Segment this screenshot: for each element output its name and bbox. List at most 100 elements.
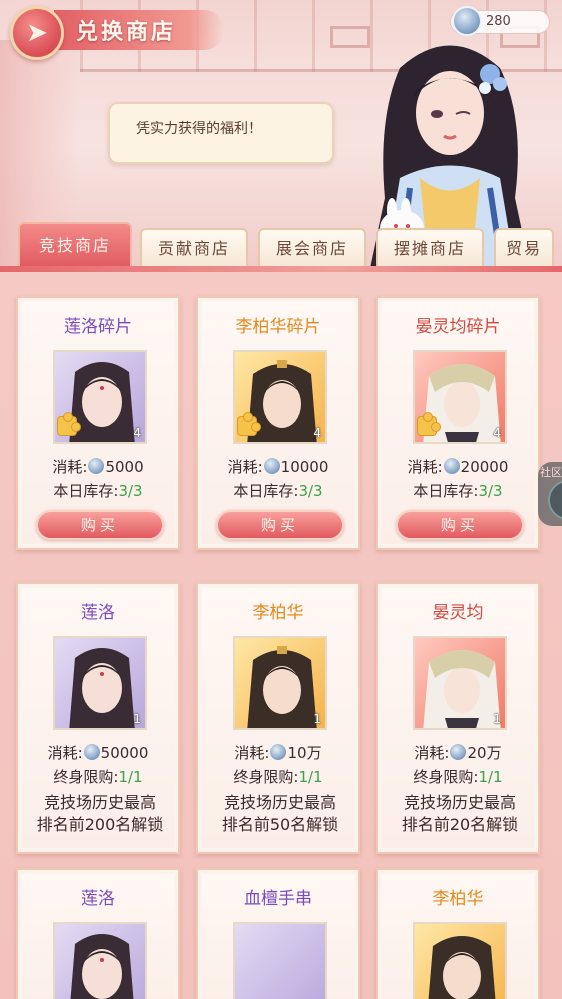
stock-line: 本日库存:3/3 [198, 480, 358, 501]
cost-value: 10000 [280, 458, 329, 476]
cost-value: 20000 [460, 458, 509, 476]
item-portrait: 4 [53, 350, 147, 444]
cost-label: 消耗: [234, 744, 270, 762]
item-card[interactable]: 莲洛 [16, 868, 180, 999]
item-card[interactable]: 李柏华 [376, 868, 540, 999]
stock-line: 本日库存:3/3 [378, 480, 538, 501]
stock-value: 3/3 [298, 482, 323, 500]
item-portrait: 1 [233, 636, 327, 730]
item-name: 莲洛碎片 [64, 317, 132, 337]
cost-line: 消耗: 50000 [18, 742, 178, 763]
cost-label: 消耗: [414, 744, 450, 762]
item-name: 晏灵均 [432, 603, 484, 623]
limit-line: 终身限购:1/1 [198, 766, 358, 787]
limit-line: 终身限购:1/1 [18, 766, 178, 787]
item-card[interactable]: 李柏华 1 消耗: 10万 终身限购:1/1 竞技场历史最高 排名前50名解锁 [196, 582, 360, 854]
cost-value: 5000 [105, 458, 144, 476]
buy-button[interactable]: 购买 [36, 510, 164, 540]
tab-trade-shop[interactable]: 贸易 [494, 228, 554, 268]
item-quantity: 1 [313, 712, 321, 726]
item-name: 李柏华碎片 [235, 317, 321, 337]
buy-button[interactable]: 购买 [396, 510, 524, 540]
item-card[interactable]: 莲洛碎片 4 消耗: 5000 本日库存:3/3 购买 [16, 296, 180, 550]
coin-icon [263, 458, 280, 474]
unlock-line-2: 排名前20名解锁 [401, 815, 519, 834]
page-title: 兑换商店 [76, 19, 177, 45]
unlock-condition: 竞技场历史最高 排名前50名解锁 [204, 792, 356, 836]
stock-line: 本日库存:3/3 [18, 480, 178, 501]
stock-label: 本日库存: [413, 482, 479, 500]
tab-arena-shop[interactable]: 竞技商店 [18, 222, 132, 268]
cost-line: 消耗: 5000 [18, 456, 178, 477]
community-label: 社区 [540, 466, 562, 479]
limit-label: 终身限购: [233, 768, 299, 786]
stock-label: 本日库存: [233, 482, 299, 500]
item-card[interactable]: 莲洛 1 消耗: 50000 终身限购:1/1 竞技场历史最高 排名前200名解锁 [16, 582, 180, 854]
unlock-line-1: 竞技场历史最高 [403, 793, 516, 812]
item-quantity: 4 [493, 426, 501, 440]
limit-value: 1/1 [478, 768, 503, 786]
buy-button[interactable]: 购买 [216, 510, 344, 540]
limit-label: 终身限购: [413, 768, 479, 786]
item-portrait [233, 922, 327, 999]
unlock-condition: 竞技场历史最高 排名前200名解锁 [24, 792, 176, 836]
back-button[interactable]: ➤ [10, 6, 64, 60]
shard-puzzle-icon [417, 412, 441, 436]
item-quantity: 1 [493, 712, 501, 726]
item-portrait [413, 922, 507, 999]
item-card[interactable]: 李柏华碎片 4 消耗: 10000 本日库存:3/3 购买 [196, 296, 360, 550]
shop-tabs: 竞技商店 贡献商店 展会商店 摆摊商店 贸易 [0, 222, 562, 272]
item-portrait: 4 [413, 350, 507, 444]
item-quantity: 4 [133, 426, 141, 440]
cost-label: 消耗: [52, 458, 88, 476]
item-name: 晏灵均碎片 [415, 317, 501, 337]
cost-label: 消耗: [47, 744, 83, 762]
cost-line: 消耗: 20000 [378, 456, 538, 477]
coin-icon [83, 744, 100, 760]
character-art [70, 934, 134, 999]
coin-icon [450, 744, 467, 760]
tab-stall-shop[interactable]: 摆摊商店 [376, 228, 484, 268]
item-portrait: 1 [413, 636, 507, 730]
cost-label: 消耗: [227, 458, 263, 476]
cost-value: 20万 [467, 744, 502, 762]
cost-value: 10万 [287, 744, 322, 762]
character-art [428, 936, 496, 999]
item-portrait: 4 [233, 350, 327, 444]
limit-value: 1/1 [118, 768, 143, 786]
item-card[interactable]: 血檀手串 [196, 868, 360, 999]
item-name: 莲洛 [81, 889, 115, 909]
stock-label: 本日库存: [53, 482, 119, 500]
back-arrow-icon: ➤ [26, 18, 48, 48]
unlock-condition: 竞技场历史最高 排名前20名解锁 [384, 792, 536, 836]
limit-line: 终身限购:1/1 [378, 766, 538, 787]
item-name: 李柏华 [252, 603, 304, 623]
cost-label: 消耗: [407, 458, 443, 476]
item-name: 李柏华 [432, 889, 484, 909]
limit-label: 终身限购: [53, 768, 119, 786]
coin-icon [270, 744, 287, 760]
stock-value: 3/3 [118, 482, 143, 500]
coin-icon [88, 458, 105, 474]
item-card[interactable]: 晏灵均碎片 4 消耗: 20000 本日库存:3/3 购买 [376, 296, 540, 550]
cost-value: 50000 [100, 744, 149, 762]
stock-value: 3/3 [478, 482, 503, 500]
exchange-shop-screen: ➤ 兑换商店 280 凭实力获得的福利！ 竞技商店 贡献商店 展会商店 摆摊商店… [0, 0, 562, 999]
shard-puzzle-icon [237, 412, 261, 436]
item-portrait [53, 922, 147, 999]
item-name: 莲洛 [81, 603, 115, 623]
item-quantity: 4 [313, 426, 321, 440]
item-card[interactable]: 晏灵均 1 消耗: 20万 终身限购:1/1 竞技场历史最高 排名前20名解锁 [376, 582, 540, 854]
tab-exhibition-shop[interactable]: 展会商店 [258, 228, 366, 268]
unlock-line-1: 竞技场历史最高 [43, 793, 156, 812]
limit-value: 1/1 [298, 768, 323, 786]
cost-line: 消耗: 10000 [198, 456, 358, 477]
unlock-line-1: 竞技场历史最高 [223, 793, 336, 812]
coin-icon [443, 458, 460, 474]
speech-text: 凭实力获得的福利！ [136, 121, 262, 137]
shard-puzzle-icon [57, 412, 81, 436]
tab-contribution-shop[interactable]: 贡献商店 [140, 228, 248, 268]
item-name: 血檀手串 [244, 889, 312, 909]
unlock-line-2: 排名前50名解锁 [221, 815, 339, 834]
currency-value: 280 [486, 14, 511, 29]
